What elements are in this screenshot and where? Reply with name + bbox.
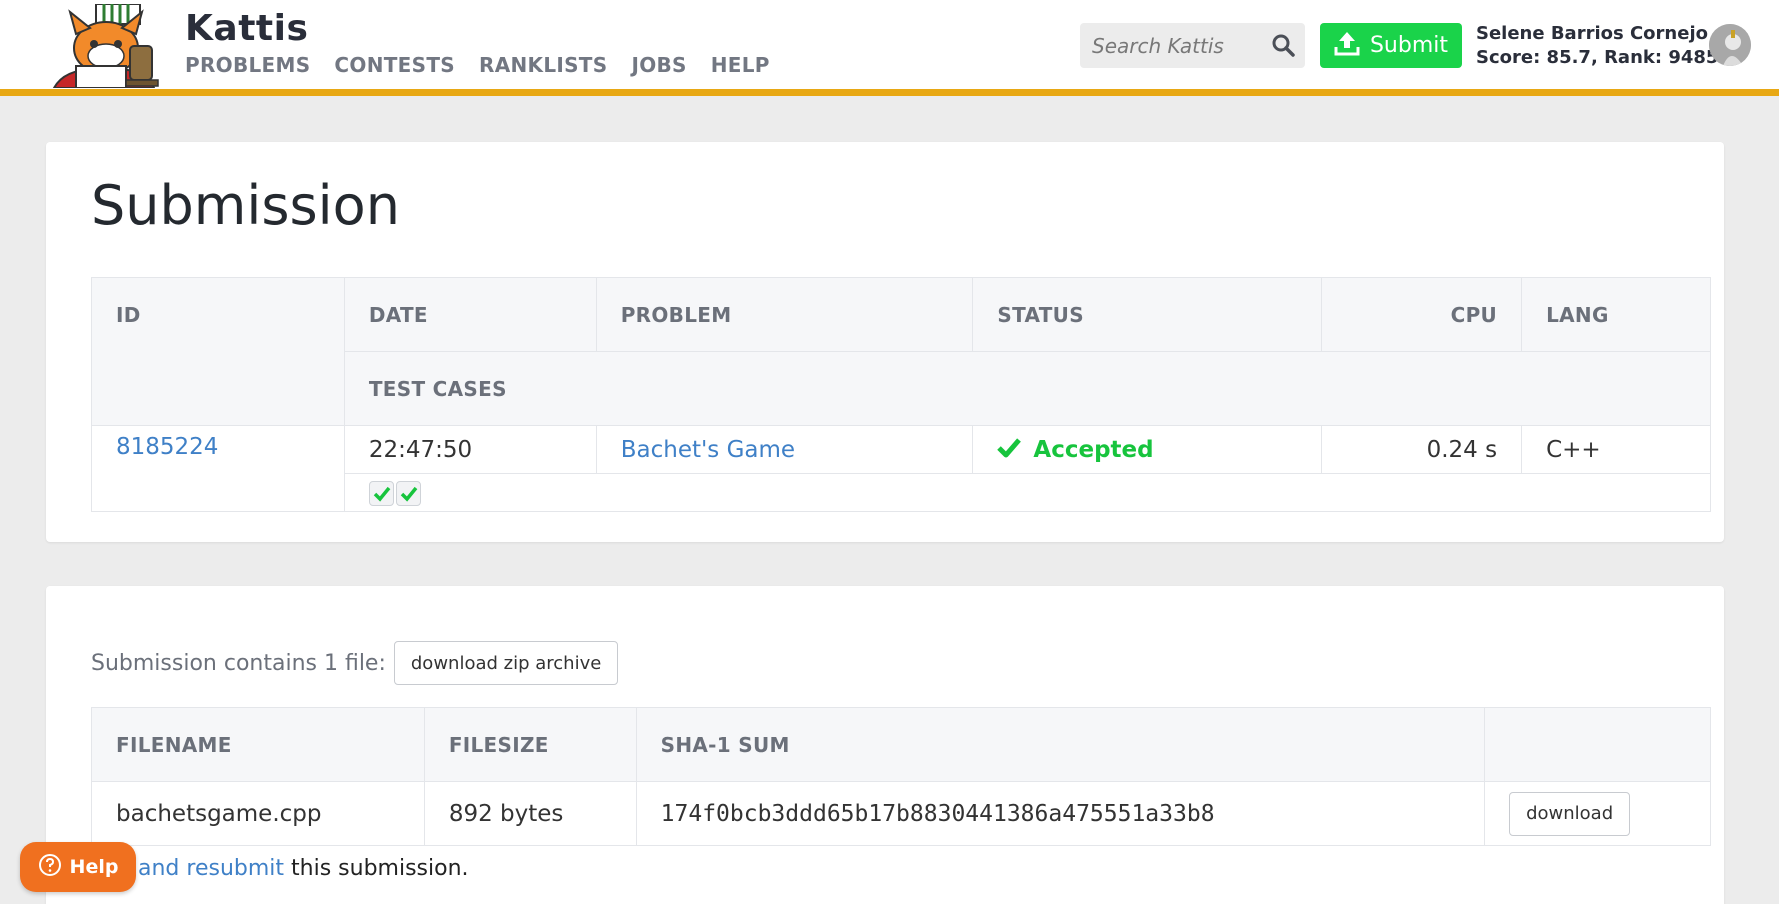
avatar[interactable] (1709, 24, 1751, 66)
user-stats: Score: 85.7, Rank: 9485 (1476, 47, 1719, 68)
search-input[interactable] (1080, 23, 1260, 68)
col-problem: PROBLEM (595, 277, 974, 352)
main-nav: PROBLEMS CONTESTS RANKLISTS JOBS HELP (185, 53, 770, 77)
col-cpu: CPU (1321, 277, 1523, 352)
page-title: Submission (91, 174, 400, 237)
help-label: Help (69, 856, 119, 878)
nav-contests[interactable]: CONTESTS (334, 53, 455, 77)
col-sha1: SHA-1 SUM (635, 707, 1486, 782)
nav-help[interactable]: HELP (711, 53, 770, 77)
submission-id-link[interactable]: 8185224 (116, 434, 218, 460)
col-lang: LANG (1521, 277, 1711, 352)
upload-icon (1334, 30, 1360, 62)
status-badge: Accepted (997, 436, 1154, 464)
question-icon (38, 853, 62, 882)
status-cell: Accepted (972, 425, 1323, 474)
submission-id-cell: 8185224 (91, 425, 345, 512)
check-icon (997, 436, 1022, 464)
filename-cell: bachetsgame.cpp (91, 781, 425, 846)
col-filesize: FILESIZE (423, 707, 637, 782)
lang-cell: C++ (1521, 425, 1711, 474)
help-widget-button[interactable]: Help (20, 842, 136, 892)
filesize-cell: 892 bytes (423, 781, 637, 846)
resubmit-link[interactable]: and resubmit (138, 856, 284, 881)
download-zip-button[interactable]: download zip archive (393, 641, 619, 685)
table-header-row: FILENAME FILESIZE SHA-1 SUM (91, 707, 1711, 782)
test-case-passed[interactable] (395, 480, 421, 506)
user-info[interactable]: Selene Barrios Cornejo Score: 85.7, Rank… (1476, 22, 1718, 70)
resubmit-line: and resubmit this submission. (138, 856, 469, 881)
status-text: Accepted (1033, 436, 1154, 463)
nav-problems[interactable]: PROBLEMS (185, 53, 310, 77)
nav-jobs[interactable]: JOBS (631, 53, 686, 77)
file-summary: Submission contains 1 file: download zip… (91, 641, 619, 685)
col-test-cases: TEST CASES (343, 351, 1712, 426)
date-cell: 22:47:50 (343, 425, 597, 474)
top-header: Kattis PROBLEMS CONTESTS RANKLISTS JOBS … (0, 0, 1779, 96)
download-cell: download (1484, 781, 1711, 846)
col-id: ID (91, 277, 345, 426)
submission-card: Submission ID DATE PROBLEM STATUS CPU LA… (46, 142, 1724, 542)
test-case-passed[interactable] (368, 480, 394, 506)
submission-table: ID DATE PROBLEM STATUS CPU LANG TEST CAS… (91, 277, 1712, 512)
submit-label: Submit (1369, 33, 1449, 58)
resubmit-text: this submission. (284, 856, 469, 881)
submit-button[interactable]: Submit (1320, 23, 1462, 68)
col-actions (1484, 707, 1711, 782)
brand-name[interactable]: Kattis (185, 8, 308, 49)
kattis-logo[interactable] (46, 3, 166, 89)
download-file-button[interactable]: download (1509, 791, 1631, 836)
user-name: Selene Barrios Cornejo (1476, 23, 1708, 44)
test-cases-cell (343, 473, 1712, 512)
files-card: Submission contains 1 file: download zip… (46, 586, 1724, 904)
nav-ranklists[interactable]: RANKLISTS (479, 53, 607, 77)
search-box (1080, 23, 1305, 68)
col-filename: FILENAME (91, 707, 425, 782)
problem-link[interactable]: Bachet's Game (621, 437, 795, 463)
file-count-text: Submission contains 1 file: (91, 650, 386, 676)
table-header-row: ID DATE PROBLEM STATUS CPU LANG (91, 277, 1711, 426)
table-row: bachetsgame.cpp 892 bytes 174f0bcb3ddd65… (91, 781, 1711, 846)
files-table: FILENAME FILESIZE SHA-1 SUM bachetsgame.… (91, 707, 1711, 846)
table-row: 8185224 22:47:50 Bachet's Game Accepted … (91, 425, 1711, 512)
col-status: STATUS (972, 277, 1323, 352)
col-date: DATE (343, 277, 597, 352)
sha1-cell: 174f0bcb3ddd65b17b8830441386a475551a33b8 (635, 781, 1486, 846)
search-icon[interactable] (1271, 33, 1295, 57)
cpu-cell: 0.24 s (1321, 425, 1523, 474)
problem-cell: Bachet's Game (595, 425, 974, 474)
